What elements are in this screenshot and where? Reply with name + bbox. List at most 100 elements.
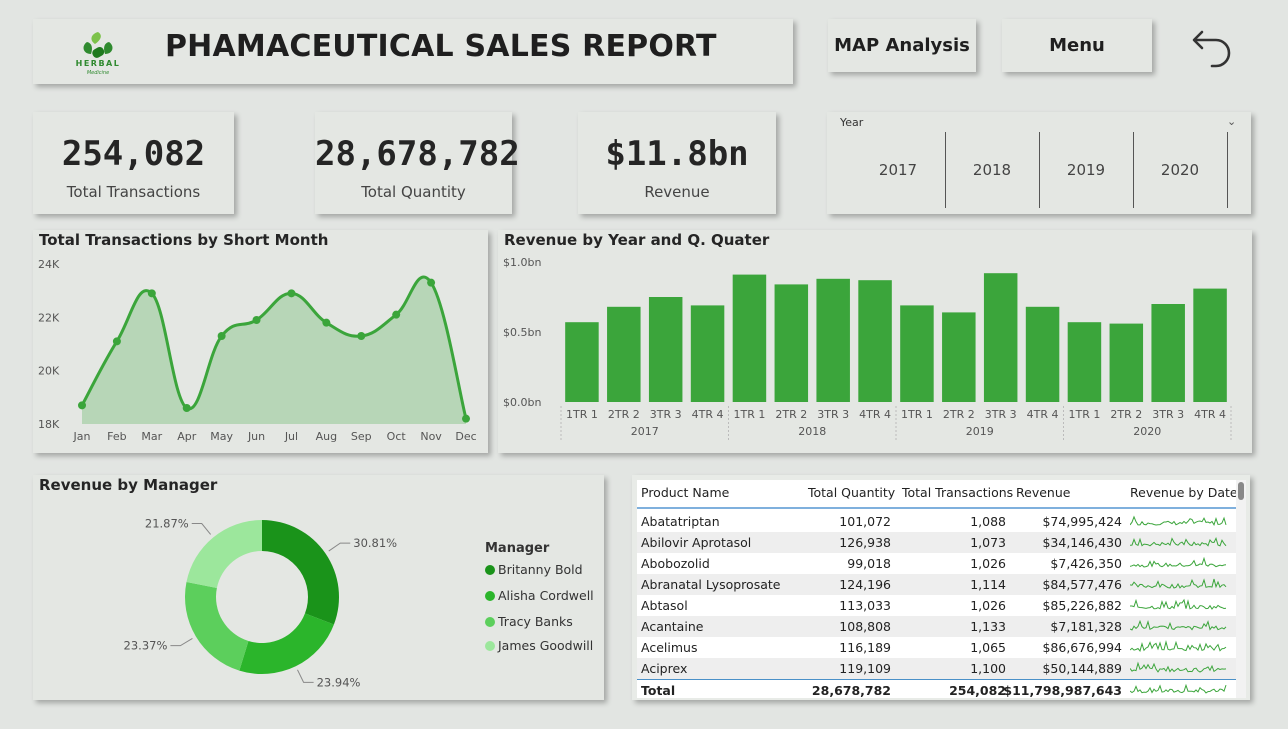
slice-label: 23.94% [317,675,361,689]
x-tick-label: Jan [73,430,91,443]
donut-slice[interactable] [239,613,334,674]
data-point[interactable] [357,332,366,340]
bar[interactable] [1067,322,1102,402]
data-point[interactable] [78,401,86,410]
legend-item[interactable]: Alisha Cordwell [485,588,594,603]
col-header[interactable]: Product Name [641,485,729,500]
bar[interactable] [607,306,641,402]
bar[interactable] [1109,323,1144,402]
kpi-label: Total Quantity [361,183,466,201]
bar[interactable] [816,278,850,402]
bar[interactable] [983,273,1018,402]
herbal-logo: HERBAL Medicine [76,32,121,76]
total-revenue: $11,798,987,643 [1003,683,1122,698]
legend-item[interactable]: James Goodwill [485,638,593,653]
x-tick-label: 3TR 3 [1152,408,1184,421]
slicer-option-2020[interactable]: 2020 [1133,132,1228,208]
sparkline-path [1130,515,1227,526]
kpi-total-transactions: 254,082 Total Transactions [33,112,234,214]
col-header[interactable]: Total Transactions [902,485,1013,500]
revenue-sparkline [1130,640,1227,652]
table-row[interactable]: Abtasol 113,033 1,026 $85,226,882 [637,595,1236,616]
data-point[interactable] [182,404,191,412]
bar[interactable] [942,312,976,402]
col-header[interactable]: Revenue by Date [1130,485,1236,500]
slicer-title: Year [840,116,864,129]
revenue: $7,181,328 [1050,619,1122,634]
bar[interactable] [1193,288,1227,402]
y-tick-label: $0.5bn [503,326,541,339]
col-header[interactable]: Revenue [1016,485,1070,500]
bar[interactable] [1151,304,1185,402]
year-slicer[interactable]: Year ⌄ 2017 2018 2019 2020 [827,112,1251,214]
data-point[interactable] [252,316,261,324]
revenue: $86,676,994 [1042,640,1122,655]
table-row[interactable]: Abatatriptan 101,072 1,088 $74,995,424 [637,511,1236,532]
bar[interactable] [565,322,599,402]
revenue: $85,226,882 [1042,598,1122,613]
product-table: Product Name Total Quantity Total Transa… [637,480,1236,698]
menu-button[interactable]: Menu [1002,19,1152,72]
bar[interactable] [900,305,934,402]
legend-label: Britanny Bold [498,562,583,577]
product-table-card: Product Name Total Quantity Total Transa… [632,475,1250,700]
donut-slice[interactable] [185,581,249,671]
data-point[interactable] [322,318,331,327]
table-row[interactable]: Abranatal Lysoprosate 124,196 1,114 $84,577… [637,574,1236,595]
table-scrollbar[interactable] [1236,480,1246,698]
x-tick-label: 2TR 2 [1110,408,1142,421]
data-point[interactable] [392,310,401,319]
bar[interactable] [1025,306,1060,402]
x-tick-label: 1TR 1 [901,408,933,421]
donut-slice[interactable] [262,520,340,625]
map-analysis-button[interactable]: MAP Analysis [828,19,976,72]
transactions: 1,100 [970,661,1006,676]
transactions: 1,088 [970,514,1006,529]
revenue-sparkline [1130,537,1227,547]
group-label: 2018 [798,425,826,438]
revenue-sparkline [1130,556,1227,568]
slicer-option-2017[interactable]: 2017 [851,132,946,208]
bar[interactable] [648,297,683,402]
x-tick-label: 4TR 4 [692,408,724,421]
bar[interactable] [690,305,725,402]
data-point[interactable] [217,332,226,340]
label-leader-line [328,542,351,552]
bar[interactable] [858,280,892,402]
data-point[interactable] [427,278,436,287]
legend-item[interactable]: Britanny Bold [485,562,583,577]
x-tick-label: May [210,430,233,443]
sparkline-path [1130,578,1227,589]
transactions-by-month-chart: Total Transactions by Short Month 24K 22K… [33,230,488,453]
legend-item[interactable]: Tracy Banks [485,614,573,629]
x-tick-label: Oct [387,430,407,443]
bar[interactable] [774,284,809,402]
col-header[interactable]: Total Quantity [808,485,895,500]
slicer-option-2019[interactable]: 2019 [1039,132,1134,208]
bar[interactable] [732,274,767,402]
table-row[interactable]: Abilovir Aprotasol 126,938 1,073 $34,146,43… [637,532,1236,553]
quantity: 124,196 [839,577,891,592]
data-point[interactable] [287,289,296,298]
donut-slice[interactable] [186,520,262,589]
table-row[interactable]: Abobozolid 99,018 1,026 $7,426,350 [637,553,1236,574]
group-label: 2019 [966,425,994,438]
x-tick-label: 1TR 1 [1069,408,1101,421]
legend-label: Tracy Banks [498,614,573,629]
table-row[interactable]: Acantaine 108,808 1,133 $7,181,328 [637,616,1236,637]
sparkline-path [1130,537,1227,547]
label-leader-line [297,669,314,683]
product-name: Abatatriptan [641,514,720,529]
back-arrow-icon[interactable] [1190,22,1234,68]
data-point[interactable] [147,289,156,298]
data-point[interactable] [462,414,470,423]
table-row[interactable]: Aciprex 119,109 1,100 $50,144,889 [637,658,1236,679]
data-point[interactable] [112,337,121,346]
revenue-sparkline [1130,619,1227,631]
table-row[interactable]: Acelimus 116,189 1,065 $86,676,994 [637,637,1236,658]
slice-label: 23.37% [124,639,168,653]
logo-text: HERBAL [76,59,121,68]
chevron-down-icon[interactable]: ⌄ [1227,115,1236,128]
slicer-option-2018[interactable]: 2018 [945,132,1040,208]
scroll-thumb[interactable] [1238,482,1244,500]
